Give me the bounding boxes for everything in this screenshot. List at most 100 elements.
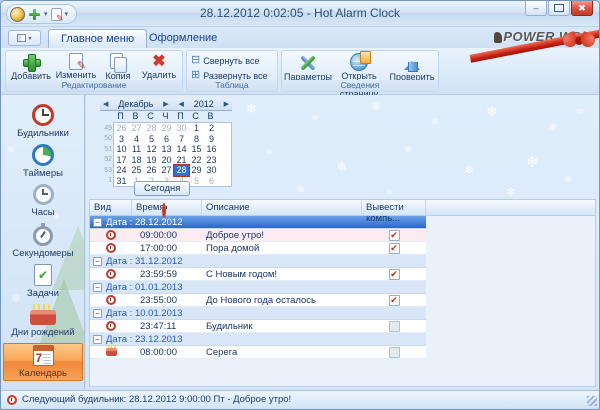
collapse-icon[interactable]: − [93,257,102,266]
globe-icon [350,53,368,71]
calendar-day[interactable]: 28 [144,123,159,134]
quick-add-dropdown-icon[interactable]: ▾ [44,10,48,18]
collapse-icon[interactable]: − [93,218,102,227]
sidebar-item-stopwatches[interactable]: Секундомеры [3,221,83,261]
collapse-icon[interactable]: − [93,335,102,344]
title-bar[interactable]: ▾ ▾ 28.12.2012 0:02:05 - Hot Alarm Clock… [1,1,599,27]
column-header-wake[interactable]: Вывести компь... [362,200,426,215]
calendar-day-selected[interactable]: 28 [174,165,189,176]
ribbon-group-table: ⊟ Свернуть все ⊞ Развернуть все Таблица [186,50,278,92]
table-group-row[interactable]: − Дата : 23.12.2013 [90,333,426,346]
calendar-day[interactable]: 22 [189,155,204,166]
calendar-day[interactable]: 12 [144,144,159,155]
maximize-button[interactable] [548,1,570,16]
copy-button[interactable]: Копия [99,53,137,81]
calendar-day[interactable]: 2 [204,123,219,134]
calendar-day[interactable]: 14 [174,144,189,155]
alarm-icon [106,269,116,279]
calendar-day[interactable]: 7 [174,134,189,145]
calendar-day[interactable]: 30 [204,165,219,176]
tab-appearance[interactable]: Оформление [137,29,229,48]
sidebar-item-timers[interactable]: Таймеры [3,141,83,181]
calendar-day[interactable]: 10 [114,144,129,155]
sidebar-item-birthdays[interactable]: Дни рождений [3,301,83,341]
calendar-day[interactable]: 8 [189,134,204,145]
calendar-day[interactable]: 3 [114,134,129,145]
calendar-day[interactable]: 23 [204,155,219,166]
calendar-day[interactable]: 25 [129,165,144,176]
qat-overflow-icon[interactable]: ▾ [65,10,69,18]
app-menu-button[interactable]: ▾ [8,30,41,46]
calendar-day[interactable]: 20 [159,155,174,166]
quick-edit-icon[interactable] [51,8,62,21]
calendar-day[interactable]: 18 [129,155,144,166]
calendar-day[interactable]: 29 [159,123,174,134]
table-row[interactable]: 23:47:11 Будильник ✔ [90,320,426,333]
collapse-all-button[interactable]: ⊟ Свернуть все [191,55,259,66]
calendar-day[interactable]: 11 [129,144,144,155]
checkbox[interactable]: ✔ [389,230,400,241]
calendar-day[interactable]: 5 [189,176,204,187]
calendar-day[interactable]: 15 [189,144,204,155]
calendar-day[interactable]: 27 [129,123,144,134]
prev-month-icon[interactable]: ◀ [103,100,108,108]
calendar-day[interactable]: 5 [144,134,159,145]
checkbox[interactable]: ✔ [389,243,400,254]
calendar-day[interactable]: 13 [159,144,174,155]
calendar-day[interactable]: 9 [204,134,219,145]
table-group-row[interactable]: − Дата : 31.12.2012 [90,255,426,268]
table-group-row[interactable]: − Дата : 10.01.2013 [90,307,426,320]
calendar-day[interactable]: 1 [189,123,204,134]
next-year-icon[interactable]: ▶ [224,100,229,108]
calendar-day[interactable]: 6 [159,134,174,145]
open-webpage-button[interactable]: Открыть веб-страницу [333,53,385,99]
quick-add-icon[interactable] [28,8,41,21]
sidebar-item-alarms[interactable]: Будильники [3,101,83,141]
column-header-kind[interactable]: Вид [90,200,132,215]
calendar-day[interactable]: 26 [144,165,159,176]
calendar-day[interactable]: 16 [204,144,219,155]
prev-year-icon[interactable]: ◀ [178,100,183,108]
sort-alarm-icon [162,203,166,218]
table-row[interactable]: 09:00:00 Доброе утро! ✔ [90,229,426,242]
next-month-icon[interactable]: ▶ [163,100,168,108]
app-logo-icon[interactable] [10,7,25,22]
checkbox[interactable]: ✔ [389,321,400,332]
collapse-icon[interactable]: − [93,283,102,292]
table-group-row[interactable]: − Дата : 01.01.2013 [90,281,426,294]
checkbox[interactable]: ✔ [389,295,400,306]
column-header-time[interactable]: Время [132,200,202,215]
table-row[interactable]: 23:59:59 С Новым годом! ✔ [90,268,426,281]
collapse-icon[interactable]: − [93,309,102,318]
checkbox[interactable]: ✔ [389,269,400,280]
window-title: 28.12.2012 0:02:05 - Hot Alarm Clock [121,6,479,20]
calendar-day[interactable]: 21 [174,155,189,166]
calendar-day[interactable]: 19 [144,155,159,166]
calendar-day[interactable]: 26 [114,123,129,134]
calendar-day[interactable]: 27 [159,165,174,176]
table-row[interactable]: 08:00:00 Серега ✔ [90,346,426,359]
calendar-day[interactable]: 6 [204,176,219,187]
close-button[interactable]: ✖ [571,1,593,16]
sidebar-item-tasks[interactable]: ✔ Задачи [3,261,83,301]
tab-main-menu[interactable]: Главное меню [48,29,147,48]
column-header-description[interactable]: Описание [202,200,362,215]
calendar-day[interactable]: 17 [114,155,129,166]
minimize-button[interactable]: – [525,1,547,16]
calendar-year-label: 2012 [194,99,214,109]
sidebar-item-clocks[interactable]: Часы [3,181,83,221]
sidebar-item-calendar[interactable]: 7 Календарь [3,343,83,381]
calendar-day[interactable]: 31 [114,176,129,187]
edit-button[interactable]: ✎ Изменить [54,53,98,80]
delete-button[interactable]: ✖ Удалить [138,53,180,80]
table-row[interactable]: 17:00:00 Пора домой ✔ [90,242,426,255]
resize-grip[interactable] [587,396,597,406]
calendar-day[interactable]: 29 [189,165,204,176]
calendar-day[interactable]: 4 [129,134,144,145]
calendar-day[interactable]: 30 [174,123,189,134]
today-button[interactable]: Сегодня [134,181,190,196]
table-row[interactable]: 23:55:00 До Нового года осталось ✔ [90,294,426,307]
calendar-day[interactable]: 24 [114,165,129,176]
options-button[interactable]: Параметры [284,53,332,82]
checkbox[interactable]: ✔ [389,347,400,358]
